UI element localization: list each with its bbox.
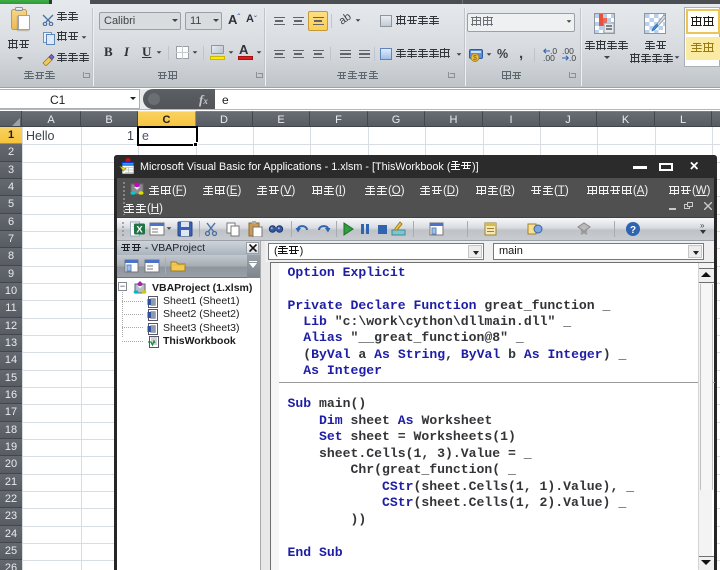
svg-text:?: ? [630, 225, 636, 236]
svg-text:$: $ [473, 55, 477, 62]
svg-text:X: X [136, 225, 143, 236]
